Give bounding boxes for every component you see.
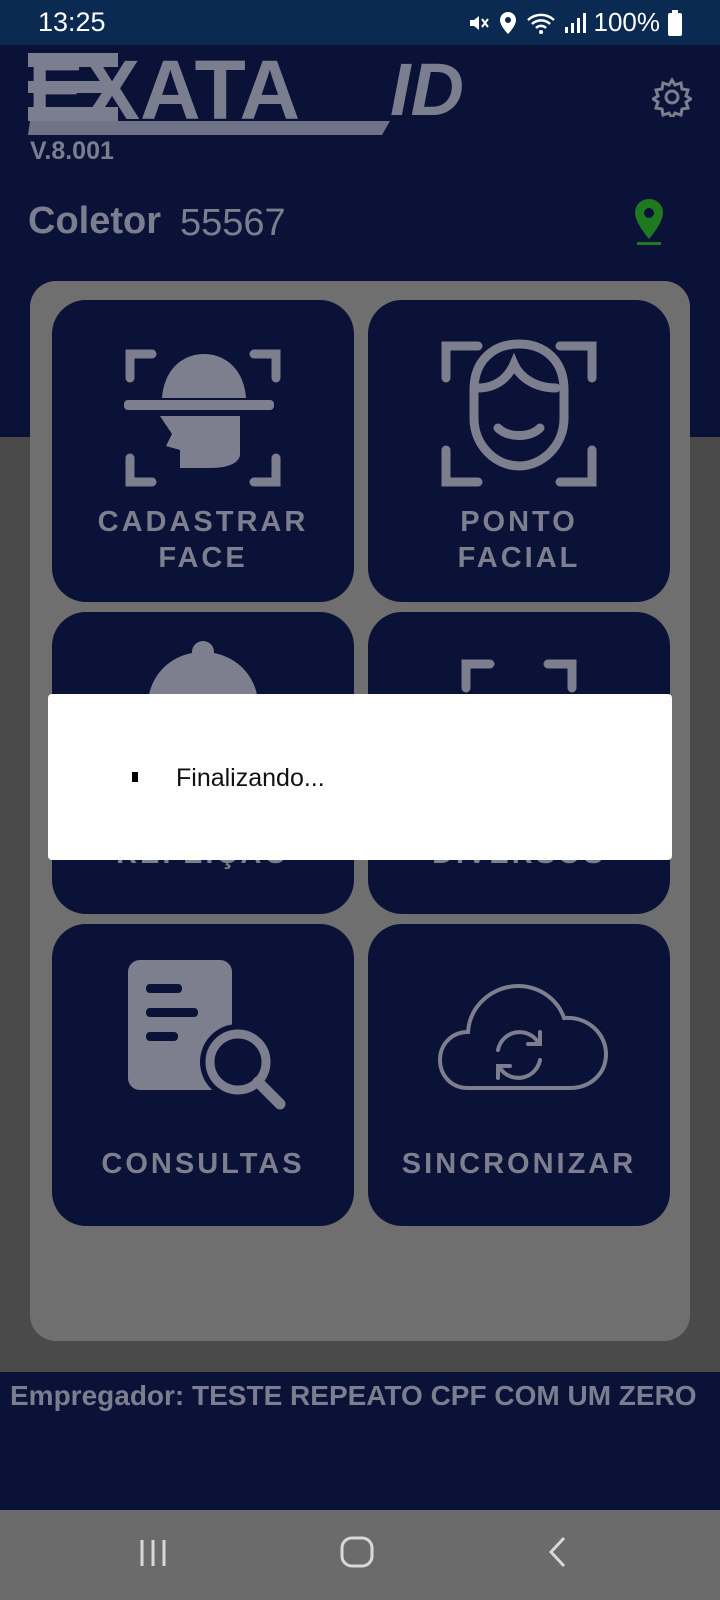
- status-time: 13:25: [38, 7, 106, 37]
- settings-gear-icon[interactable]: [650, 77, 694, 122]
- battery-icon: [668, 9, 682, 36]
- system-nav-bar: [0, 1510, 720, 1600]
- app-logo: EXATA ID: [28, 43, 498, 140]
- tile-sincronizar[interactable]: SINCRONIZAR: [368, 924, 670, 1226]
- home-icon[interactable]: [338, 1532, 378, 1577]
- tile-cadastrar-face[interactable]: CADASTRAR FACE: [52, 300, 354, 602]
- location-pin-icon: [632, 197, 666, 252]
- tile-label: PONTO FACIAL: [457, 506, 581, 574]
- location-icon: [499, 11, 516, 34]
- tile-ponto-facial[interactable]: PONTO FACIAL: [368, 300, 670, 602]
- status-bar: 13:25 100%: [0, 0, 720, 45]
- tile-label: CADASTRAR FACE: [97, 506, 309, 574]
- logo-text: EXATA: [28, 53, 300, 135]
- logo-suffix: ID: [390, 53, 464, 131]
- empregador-text: Empregador: TESTE REPEATO CPF COM UM ZER…: [10, 1380, 697, 1411]
- progress-spinner-icon: [132, 772, 138, 782]
- status-icons: 100%: [466, 7, 682, 38]
- tile-label: SINCRONIZAR: [401, 1148, 637, 1180]
- coletor-value: 55567: [180, 202, 286, 244]
- progress-dialog: [48, 694, 672, 860]
- tile-consultas[interactable]: CONSULTAS: [52, 924, 354, 1226]
- app-version: V.8.001: [30, 137, 114, 165]
- tile-label: CONSULTAS: [101, 1148, 305, 1180]
- recent-apps-icon[interactable]: [136, 1532, 170, 1577]
- back-icon[interactable]: [544, 1532, 572, 1577]
- dialog-message: Finalizando...: [176, 764, 325, 792]
- coletor-label: Coletor: [28, 200, 161, 242]
- battery-percent: 100%: [593, 7, 661, 37]
- empregador-bar: Empregador: TESTE REPEATO CPF COM UM ZER…: [0, 1372, 720, 1510]
- signal-icon: [564, 12, 586, 33]
- wifi-icon: [526, 13, 555, 34]
- mute-icon: [469, 15, 489, 30]
